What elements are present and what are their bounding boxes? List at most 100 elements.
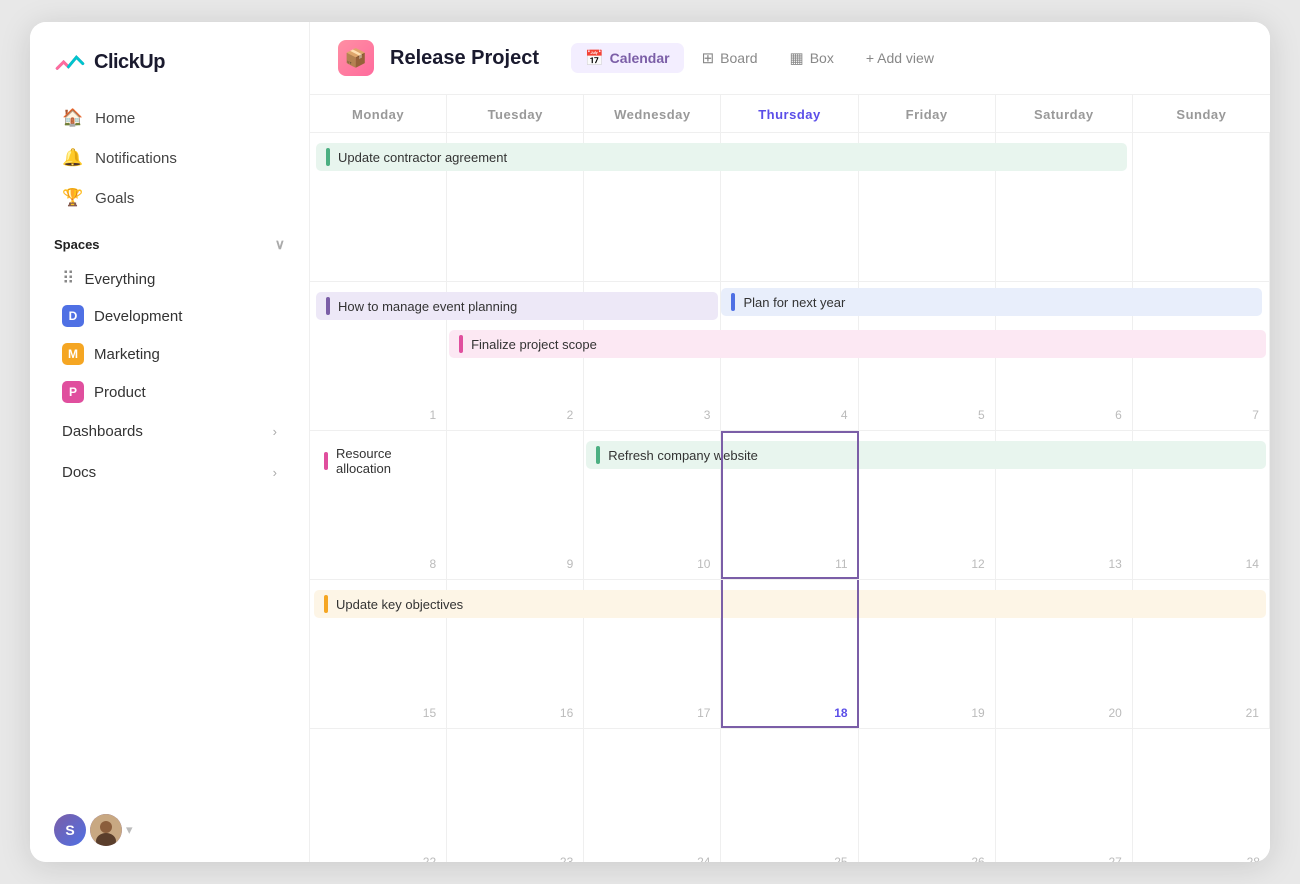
day-num-7: 7 bbox=[1252, 408, 1259, 422]
cal-day-mon-3[interactable]: 15 bbox=[310, 580, 447, 728]
docs-section[interactable]: Docs › bbox=[38, 454, 301, 491]
cal-day-fri-3[interactable]: 19 bbox=[859, 580, 996, 728]
cal-day-wed-2[interactable]: 10 bbox=[584, 431, 721, 579]
cal-day-sun-4[interactable]: 28 bbox=[1133, 729, 1270, 862]
day-num-5: 5 bbox=[978, 408, 985, 422]
docs-label: Docs bbox=[62, 464, 96, 481]
cal-header-tuesday: Tuesday bbox=[447, 95, 584, 132]
day-num-15: 15 bbox=[423, 706, 436, 720]
day-num-11: 11 bbox=[835, 557, 847, 571]
docs-chevron-icon: › bbox=[273, 465, 277, 480]
cal-day-sun-0[interactable] bbox=[1133, 133, 1270, 281]
cal-day-sat-0[interactable] bbox=[996, 133, 1133, 281]
sidebar-item-everything[interactable]: ⠿ Everything bbox=[38, 261, 301, 297]
app-name: ClickUp bbox=[94, 51, 165, 74]
calendar-week-2: 8 9 10 11 12 13 14 Resource allocation bbox=[310, 431, 1270, 580]
cal-day-sat-1[interactable]: 6 bbox=[996, 282, 1133, 430]
sidebar: ClickUp 🏠 Home 🔔 Notifications 🏆 Goals S… bbox=[30, 22, 310, 862]
sidebar-item-notifications[interactable]: 🔔 Notifications bbox=[38, 138, 301, 178]
day-num-21: 21 bbox=[1246, 706, 1259, 720]
tab-calendar[interactable]: 📅 Calendar bbox=[571, 43, 684, 73]
cal-day-mon-4[interactable]: 22 bbox=[310, 729, 447, 862]
day-num-6: 6 bbox=[1115, 408, 1122, 422]
cal-day-tue-3[interactable]: 16 bbox=[447, 580, 584, 728]
home-label: Home bbox=[95, 110, 135, 127]
sidebar-item-goals[interactable]: 🏆 Goals bbox=[38, 178, 301, 218]
day-num-22: 22 bbox=[423, 855, 436, 862]
cal-day-tue-4[interactable]: 23 bbox=[447, 729, 584, 862]
calendar-week-4: 22 23 24 25 26 27 28 bbox=[310, 729, 1270, 862]
cal-day-fri-1[interactable]: 5 bbox=[859, 282, 996, 430]
spaces-chevron-icon[interactable]: ∨ bbox=[275, 236, 285, 253]
development-avatar: D bbox=[62, 305, 84, 327]
sidebar-item-development[interactable]: D Development bbox=[38, 297, 301, 335]
cal-day-tue-2[interactable]: 9 bbox=[447, 431, 584, 579]
day-num-25: 25 bbox=[834, 855, 847, 862]
add-view-button[interactable]: + Add view bbox=[852, 44, 948, 72]
board-tab-icon: ⊞ bbox=[702, 49, 715, 67]
add-view-label: + Add view bbox=[866, 50, 934, 66]
calendar-week-0: Update contractor agreement bbox=[310, 133, 1270, 282]
day-num-4: 4 bbox=[841, 408, 848, 422]
marketing-label: Marketing bbox=[94, 346, 160, 363]
tab-box[interactable]: ▦ Box bbox=[776, 43, 848, 73]
user-avatar-photo bbox=[90, 814, 122, 846]
cal-day-thu-2[interactable]: 11 bbox=[721, 431, 858, 579]
day-num-12: 12 bbox=[971, 557, 984, 571]
day-num-3: 3 bbox=[704, 408, 711, 422]
day-num-18: 18 bbox=[834, 706, 847, 720]
day-num-24: 24 bbox=[697, 855, 710, 862]
day-num-1: 1 bbox=[429, 408, 436, 422]
dashboards-chevron-icon: › bbox=[273, 424, 277, 439]
cal-day-wed-4[interactable]: 24 bbox=[584, 729, 721, 862]
project-icon: 📦 bbox=[338, 40, 374, 76]
main-content: 📦 Release Project 📅 Calendar ⊞ Board ▦ B… bbox=[310, 22, 1270, 862]
topbar: 📦 Release Project 📅 Calendar ⊞ Board ▦ B… bbox=[310, 22, 1270, 95]
sidebar-footer[interactable]: S ▾ bbox=[30, 798, 309, 862]
day-num-13: 13 bbox=[1108, 557, 1121, 571]
sidebar-item-home[interactable]: 🏠 Home bbox=[38, 98, 301, 138]
box-tab-icon: ▦ bbox=[790, 49, 804, 67]
cal-day-wed-1[interactable]: 3 bbox=[584, 282, 721, 430]
dropdown-chevron-icon: ▾ bbox=[126, 822, 133, 838]
cal-day-sat-4[interactable]: 27 bbox=[996, 729, 1133, 862]
cal-header-wednesday: Wednesday bbox=[584, 95, 721, 132]
logo-row: ClickUp bbox=[30, 46, 309, 98]
home-icon: 🏠 bbox=[62, 108, 83, 128]
sidebar-item-marketing[interactable]: M Marketing bbox=[38, 335, 301, 373]
clickup-logo-icon bbox=[54, 46, 86, 78]
cal-day-thu-1[interactable]: 4 bbox=[721, 282, 858, 430]
cal-day-mon-0[interactable] bbox=[310, 133, 447, 281]
dashboards-section[interactable]: Dashboards › bbox=[38, 413, 301, 450]
development-label: Development bbox=[94, 308, 182, 325]
cal-day-fri-4[interactable]: 26 bbox=[859, 729, 996, 862]
sidebar-item-product[interactable]: P Product bbox=[38, 373, 301, 411]
cal-day-thu-4[interactable]: 25 bbox=[721, 729, 858, 862]
goals-label: Goals bbox=[95, 190, 134, 207]
calendar-header: Monday Tuesday Wednesday Thursday Friday… bbox=[310, 95, 1270, 133]
cal-day-wed-3[interactable]: 17 bbox=[584, 580, 721, 728]
cal-day-sun-3[interactable]: 21 bbox=[1133, 580, 1270, 728]
calendar-week-3: 15 16 17 18 19 20 21 Update key objectiv… bbox=[310, 580, 1270, 729]
day-num-17: 17 bbox=[697, 706, 710, 720]
cal-day-mon-1[interactable]: 1 bbox=[310, 282, 447, 430]
cal-day-sat-2[interactable]: 13 bbox=[996, 431, 1133, 579]
cal-day-fri-2[interactable]: 12 bbox=[859, 431, 996, 579]
cal-day-thu-0[interactable] bbox=[721, 133, 858, 281]
bell-icon: 🔔 bbox=[62, 148, 83, 168]
cal-day-tue-0[interactable] bbox=[447, 133, 584, 281]
cal-header-monday: Monday bbox=[310, 95, 447, 132]
notifications-label: Notifications bbox=[95, 150, 177, 167]
cal-day-tue-1[interactable]: 2 bbox=[447, 282, 584, 430]
cal-day-mon-2[interactable]: 8 bbox=[310, 431, 447, 579]
cal-day-wed-0[interactable] bbox=[584, 133, 721, 281]
calendar-area[interactable]: Monday Tuesday Wednesday Thursday Friday… bbox=[310, 95, 1270, 862]
tab-board[interactable]: ⊞ Board bbox=[688, 43, 772, 73]
cal-day-sun-1[interactable]: 7 bbox=[1133, 282, 1270, 430]
cal-day-thu-3[interactable]: 18 bbox=[721, 580, 858, 728]
cal-day-fri-0[interactable] bbox=[859, 133, 996, 281]
cal-day-sun-2[interactable]: 14 bbox=[1133, 431, 1270, 579]
app-container: ClickUp 🏠 Home 🔔 Notifications 🏆 Goals S… bbox=[30, 22, 1270, 862]
cal-day-sat-3[interactable]: 20 bbox=[996, 580, 1133, 728]
product-avatar: P bbox=[62, 381, 84, 403]
